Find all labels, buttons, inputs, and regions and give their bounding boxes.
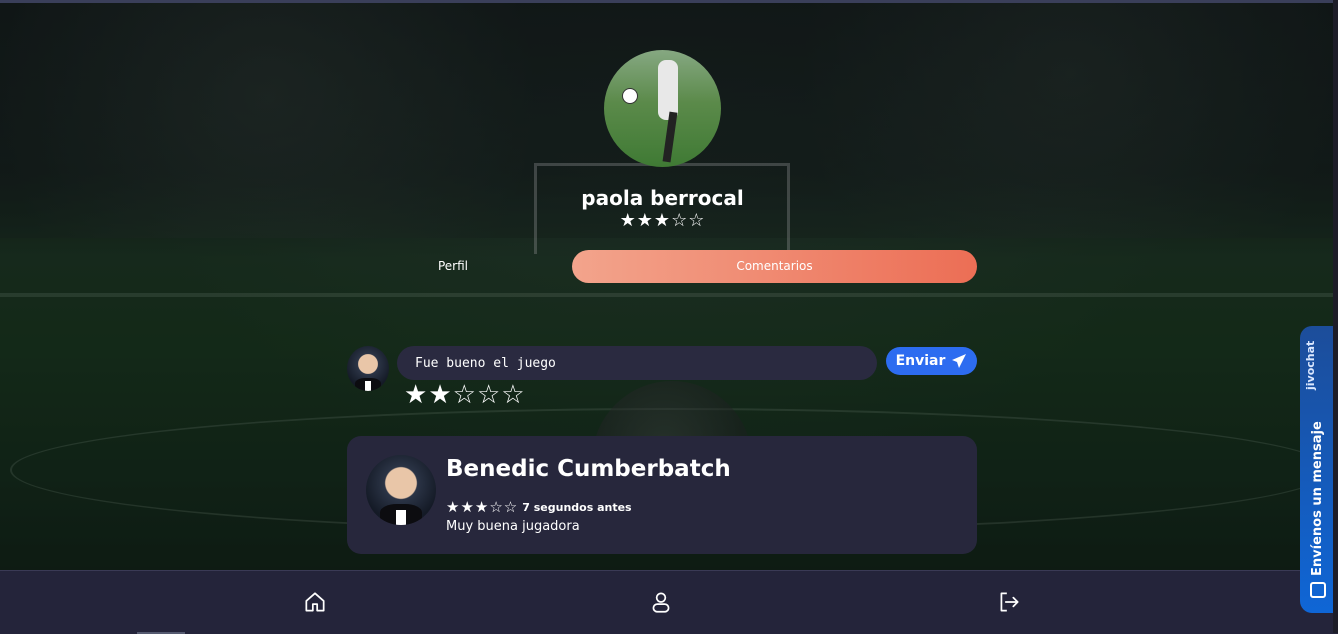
send-button-label: Enviar	[895, 353, 946, 369]
profile-avatar	[604, 50, 721, 167]
home-icon	[305, 592, 325, 612]
user-icon	[652, 592, 670, 613]
profile-name: paola berrocal	[581, 186, 744, 210]
profile-rating-stars: ★★★☆☆	[619, 210, 706, 231]
rating-input: ★★☆☆☆	[404, 380, 526, 410]
comment-timestamp: 7 segundos antes	[522, 500, 632, 514]
nav-logout-button[interactable]	[996, 589, 1022, 615]
rating-star-5[interactable]: ☆	[501, 380, 525, 410]
commenter-avatar	[366, 455, 436, 525]
rating-star-4[interactable]: ☆	[477, 380, 501, 410]
rating-star-2[interactable]: ★	[428, 380, 452, 410]
bottom-nav	[0, 570, 1338, 634]
nav-home-button[interactable]	[302, 589, 328, 615]
scrollbar[interactable]	[1333, 0, 1338, 633]
nav-profile-button[interactable]	[648, 589, 674, 615]
tab-perfil[interactable]: Perfil	[348, 250, 558, 283]
current-user-avatar	[347, 346, 389, 391]
comment-text: Muy buena jugadora	[446, 519, 580, 534]
chat-icon	[1310, 582, 1326, 598]
commenter-name: Benedic Cumberbatch	[446, 456, 731, 482]
logout-icon	[1000, 592, 1019, 612]
comment-meta: ★★★☆☆ 7 segundos antes	[446, 498, 632, 516]
paper-plane-icon	[952, 354, 967, 368]
rating-star-1[interactable]: ★	[404, 380, 428, 410]
chat-widget-label: Envíenos un mensaje	[1310, 421, 1325, 576]
comment-card: Benedic Cumberbatch ★★★☆☆ 7 segundos ant…	[347, 436, 977, 554]
send-button[interactable]: Enviar	[886, 347, 977, 375]
tab-comentarios[interactable]: Comentarios	[572, 250, 977, 283]
rating-star-3[interactable]: ☆	[453, 380, 477, 410]
comment-input[interactable]	[397, 346, 877, 380]
comment-rating-stars: ★★★☆☆	[446, 498, 519, 516]
